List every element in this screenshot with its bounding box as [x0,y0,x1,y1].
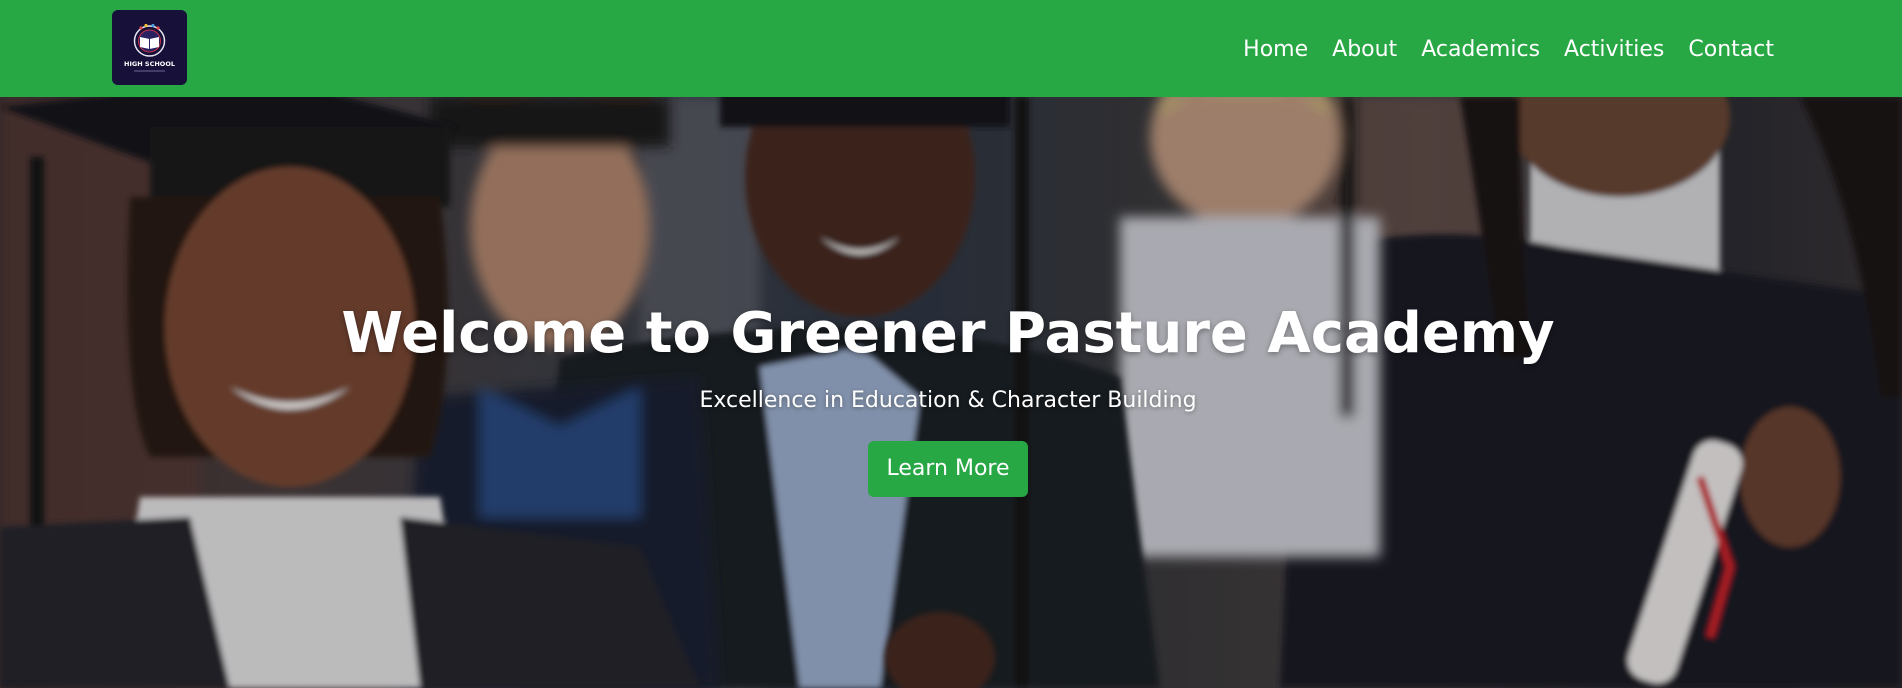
logo-text: HIGH SCHOOL [124,60,175,68]
navbar: HIGH SCHOOL Home About Academics Activit… [0,0,1902,97]
page: HIGH SCHOOL Home About Academics Activit… [0,0,1902,688]
hero-content: Welcome to Greener Pasture Academy Excel… [0,97,1902,688]
nav-menu: Home About Academics Activities Contact [1243,34,1774,66]
learn-more-button[interactable]: Learn More [868,441,1028,497]
nav-item: About [1332,34,1397,66]
nav-link-academics[interactable]: Academics [1421,34,1540,66]
hero-subtitle: Excellence in Education & Character Buil… [699,388,1197,413]
nav-link-contact[interactable]: Contact [1688,34,1774,66]
nav-link-about[interactable]: About [1332,34,1397,66]
nav-link-home[interactable]: Home [1243,34,1308,66]
nav-item: Contact [1688,34,1774,66]
nav-link-activities[interactable]: Activities [1564,34,1664,66]
nav-item: Activities [1564,34,1664,66]
school-logo[interactable]: HIGH SCHOOL [112,10,187,85]
nav-item: Academics [1421,34,1540,66]
hero-section: Welcome to Greener Pasture Academy Excel… [0,97,1902,688]
nav-item: Home [1243,34,1308,66]
school-book-crest-icon: HIGH SCHOOL [124,23,175,72]
hero-title: Welcome to Greener Pasture Academy [341,301,1555,366]
